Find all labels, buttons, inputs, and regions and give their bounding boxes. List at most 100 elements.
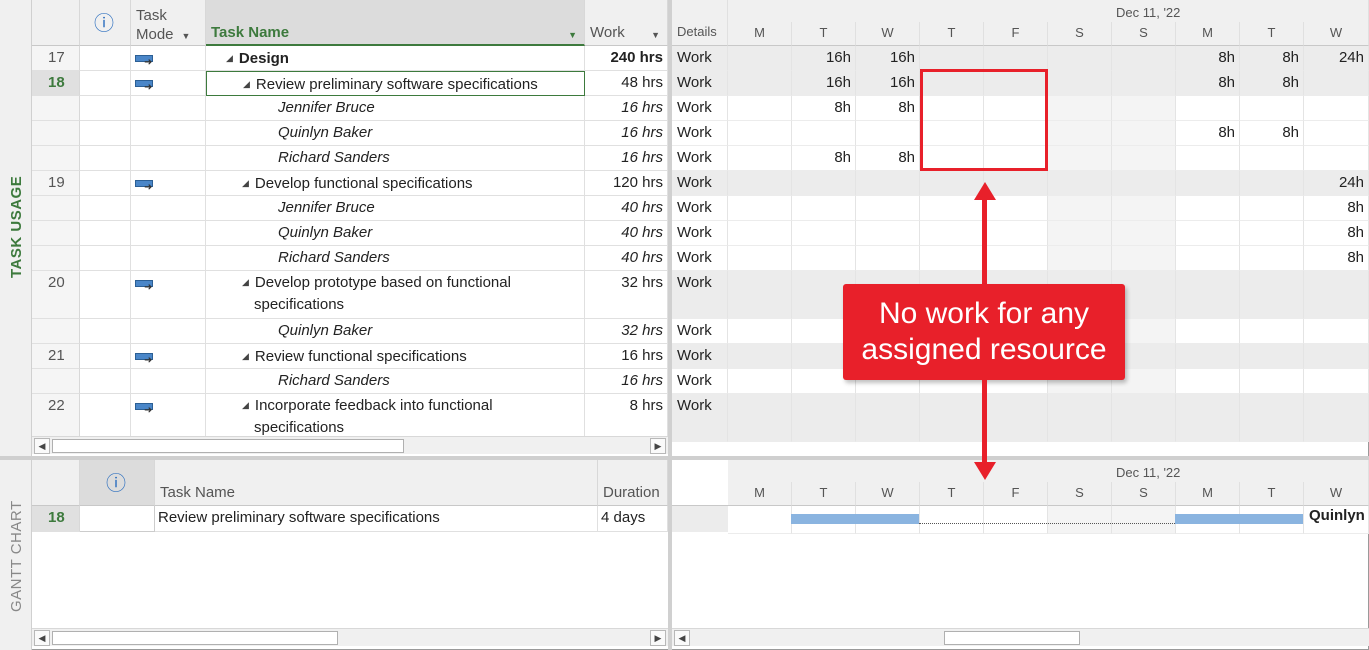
timescale-day[interactable]: W xyxy=(1304,22,1369,46)
timephased-work-cell[interactable] xyxy=(1112,46,1176,71)
timescale-day[interactable]: T xyxy=(920,482,984,506)
timephased-work-cell[interactable] xyxy=(984,221,1048,246)
work-column-header[interactable]: Work ▼ xyxy=(585,0,668,46)
gantt-chart-hscrollbar[interactable]: ◀ xyxy=(672,628,1369,646)
task-name-column-header[interactable]: Task Name ▼ xyxy=(206,0,585,46)
timephased-work-cell[interactable] xyxy=(728,71,792,96)
timephased-work-cell[interactable] xyxy=(1112,221,1176,246)
timescale-day[interactable]: S xyxy=(1112,22,1176,46)
task-mode-cell[interactable]: ➜ xyxy=(131,71,206,96)
timephased-work-cell[interactable]: 8h xyxy=(792,146,856,171)
timephased-work-cell[interactable] xyxy=(728,171,792,196)
chart-scroll-left-arrow-icon[interactable]: ◀ xyxy=(674,630,690,646)
work-cell[interactable]: 40 hrs xyxy=(585,196,668,221)
timephased-work-cell[interactable] xyxy=(1304,271,1369,319)
timephased-work-cell[interactable] xyxy=(1176,344,1240,369)
work-cell[interactable]: 16 hrs xyxy=(585,121,668,146)
task-name-cell[interactable]: ◢ Incorporate feedback into functional spe… xyxy=(206,394,585,442)
timephased-work-cell[interactable]: 8h xyxy=(856,146,920,171)
row-id[interactable] xyxy=(32,246,80,271)
timephased-work-cell[interactable] xyxy=(1048,121,1112,146)
details-cell[interactable]: Work xyxy=(672,369,728,394)
assignment-name-cell[interactable]: Quinlyn Baker xyxy=(206,319,585,344)
details-cell[interactable]: Work xyxy=(672,221,728,246)
work-cell[interactable]: 240 hrs xyxy=(585,46,668,71)
timephased-work-cell[interactable]: 16h xyxy=(856,71,920,96)
timephased-work-cell[interactable] xyxy=(1176,96,1240,121)
gantt-duration-cell[interactable]: 4 days xyxy=(598,506,668,532)
timephased-work-cell[interactable] xyxy=(1112,121,1176,146)
task-mode-cell[interactable]: ➜ xyxy=(131,271,206,319)
timephased-work-cell[interactable] xyxy=(1304,369,1369,394)
gantt-row-header-corner[interactable] xyxy=(32,460,80,506)
timephased-work-cell[interactable]: 8h xyxy=(1176,121,1240,146)
work-cell[interactable]: 40 hrs xyxy=(585,221,668,246)
gantt-task-bar-segment-2[interactable] xyxy=(1175,514,1303,524)
timephased-work-cell[interactable] xyxy=(1048,221,1112,246)
task-mode-filter-arrow-icon[interactable]: ▼ xyxy=(182,31,191,41)
details-cell[interactable]: Work xyxy=(672,196,728,221)
timephased-work-cell[interactable] xyxy=(1176,171,1240,196)
indicator-cell[interactable] xyxy=(80,96,131,121)
task-name-cell[interactable]: ◢ Review functional specifications xyxy=(206,344,585,369)
work-cell[interactable]: 48 hrs xyxy=(585,71,668,96)
details-cell[interactable]: Work xyxy=(672,319,728,344)
task-mode-cell[interactable] xyxy=(131,121,206,146)
work-cell[interactable]: 16 hrs xyxy=(585,96,668,121)
details-cell[interactable]: Work xyxy=(672,146,728,171)
timephased-work-cell[interactable] xyxy=(1240,96,1304,121)
row-header-corner[interactable] xyxy=(32,0,80,46)
gantt-scroll-left-arrow-icon[interactable]: ◀ xyxy=(34,630,50,646)
indicator-cell[interactable] xyxy=(80,369,131,394)
timephased-work-cell[interactable] xyxy=(1176,246,1240,271)
timephased-work-cell[interactable] xyxy=(1048,246,1112,271)
assignment-name-cell[interactable]: Quinlyn Baker xyxy=(206,221,585,246)
timephased-work-cell[interactable] xyxy=(1240,369,1304,394)
timephased-work-cell[interactable]: 8h xyxy=(1304,196,1369,221)
usage-table-hscrollbar[interactable]: ◀ ▶ xyxy=(32,436,668,454)
timephased-work-cell[interactable] xyxy=(1048,171,1112,196)
timephased-work-cell[interactable]: 24h xyxy=(1304,171,1369,196)
task-name-filter-arrow-icon[interactable]: ▼ xyxy=(568,30,577,40)
row-id[interactable] xyxy=(32,221,80,246)
scroll-right-arrow-icon[interactable]: ▶ xyxy=(650,438,666,454)
timephased-work-cell[interactable] xyxy=(1112,394,1176,442)
timephased-work-cell[interactable] xyxy=(728,96,792,121)
timephased-work-cell[interactable] xyxy=(1176,319,1240,344)
indicator-cell[interactable] xyxy=(80,121,131,146)
details-cell[interactable]: Work xyxy=(672,394,728,442)
collapse-triangle-icon[interactable]: ◢ xyxy=(242,394,249,416)
timescale-day[interactable]: T xyxy=(792,22,856,46)
timephased-work-cell[interactable]: 16h xyxy=(856,46,920,71)
task-mode-cell[interactable] xyxy=(131,196,206,221)
timephased-work-cell[interactable] xyxy=(856,221,920,246)
task-name-cell[interactable]: ◢ Develop functional specifications xyxy=(206,171,585,196)
timescale-day[interactable]: T xyxy=(792,482,856,506)
row-id[interactable] xyxy=(32,369,80,394)
timephased-work-cell[interactable] xyxy=(1048,46,1112,71)
timephased-work-cell[interactable] xyxy=(856,196,920,221)
gantt-row-id[interactable]: 18 xyxy=(32,506,80,532)
details-cell[interactable]: Work xyxy=(672,71,728,96)
work-cell[interactable]: 32 hrs xyxy=(585,271,668,319)
work-filter-arrow-icon[interactable]: ▼ xyxy=(651,30,660,40)
timephased-work-cell[interactable] xyxy=(728,344,792,369)
gantt-table-hscrollbar[interactable]: ◀ ▶ xyxy=(32,628,668,646)
row-id[interactable]: 20 xyxy=(32,271,80,319)
timephased-work-cell[interactable] xyxy=(1240,319,1304,344)
timephased-work-cell[interactable] xyxy=(1240,246,1304,271)
timephased-work-cell[interactable] xyxy=(1240,271,1304,319)
gantt-task-name-cell[interactable]: Review preliminary software specificatio… xyxy=(155,506,598,532)
timephased-work-cell[interactable] xyxy=(1112,71,1176,96)
timephased-work-cell[interactable] xyxy=(792,394,856,442)
timephased-work-cell[interactable] xyxy=(984,246,1048,271)
timephased-work-cell[interactable] xyxy=(1240,344,1304,369)
assignment-name-cell[interactable]: Richard Sanders xyxy=(206,146,585,171)
timephased-work-cell[interactable] xyxy=(1112,171,1176,196)
timephased-work-cell[interactable] xyxy=(856,121,920,146)
timescale-day[interactable]: W xyxy=(856,482,920,506)
timephased-work-cell[interactable]: 8h xyxy=(1176,71,1240,96)
assignment-name-cell[interactable]: Jennifer Bruce xyxy=(206,196,585,221)
timephased-work-cell[interactable] xyxy=(1048,394,1112,442)
timephased-work-cell[interactable] xyxy=(1304,344,1369,369)
